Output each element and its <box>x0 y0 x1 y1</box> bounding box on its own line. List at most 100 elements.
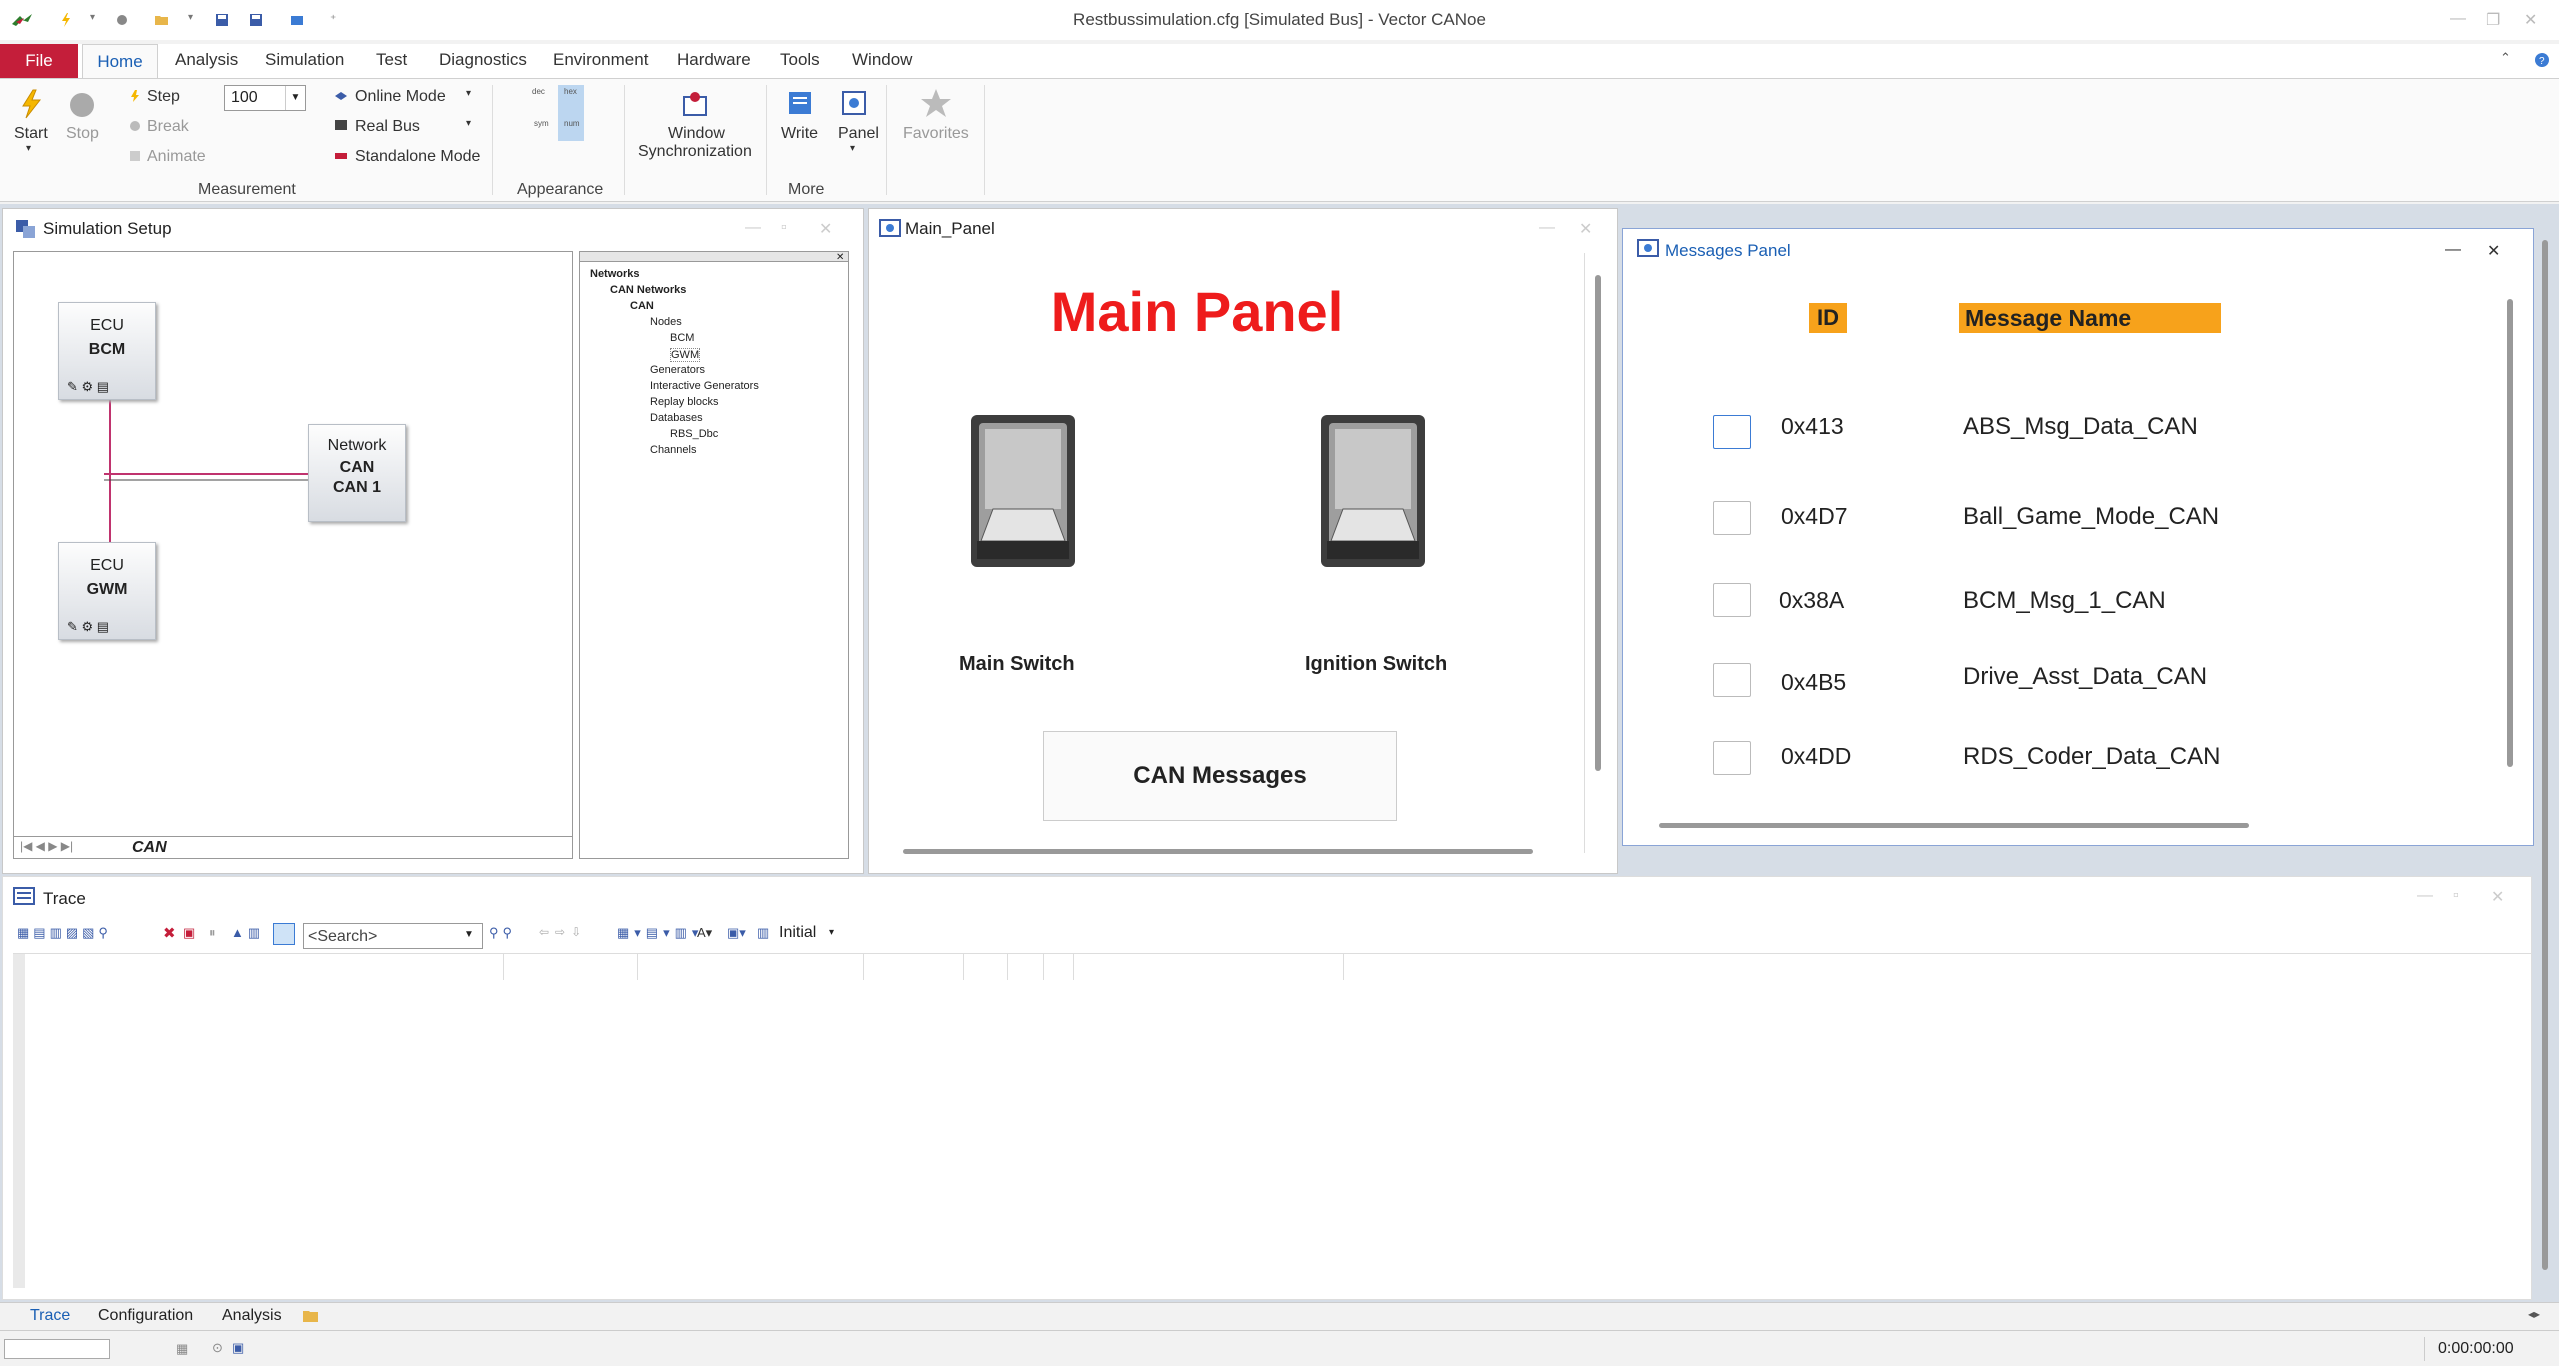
sheet-nav-arrows[interactable]: |◀ ◀ ▶ ▶| <box>20 839 73 853</box>
layout-icons[interactable]: ▦▾▤▾▥▾ <box>617 925 703 941</box>
tab-tools[interactable]: Tools <box>780 50 820 70</box>
minimize-icon[interactable]: — <box>745 219 761 237</box>
close-icon[interactable]: ✕ <box>836 252 844 263</box>
write-icon[interactable] <box>786 89 814 117</box>
help-icon[interactable]: ? <box>2534 52 2550 68</box>
tab-file[interactable]: File <box>0 44 78 78</box>
tree-generators[interactable]: Generators <box>650 364 705 376</box>
tab-diagnostics[interactable]: Diagnostics <box>439 50 527 70</box>
network-diagram-canvas[interactable]: ECU BCM ✎ ⚙ ▤ ECU GWM ✎ ⚙ ▤ Network CAN … <box>13 251 573 859</box>
tab-window[interactable]: Window <box>852 50 912 70</box>
minimize-icon[interactable]: — <box>1539 219 1555 237</box>
step-button[interactable]: Step <box>147 88 180 106</box>
panel-icon[interactable] <box>840 89 868 117</box>
message-checkbox[interactable] <box>1713 501 1751 535</box>
tree-databases[interactable]: Databases <box>650 412 703 424</box>
chevron-down-icon[interactable]: ▼ <box>285 86 305 110</box>
standalone-mode-button[interactable]: Standalone Mode <box>355 148 480 166</box>
start-lightning-icon[interactable] <box>18 89 44 119</box>
tree-nodes[interactable]: Nodes <box>650 316 682 328</box>
trace-search-input[interactable]: <Search> ▼ <box>303 923 483 949</box>
write-button[interactable]: Write <box>781 125 818 143</box>
stop-circle-icon[interactable] <box>68 91 96 119</box>
collapse-ribbon-icon[interactable]: ⌃ <box>2500 50 2511 66</box>
tab-scroll-arrows[interactable]: ◂▸ <box>2528 1307 2540 1321</box>
tab-simulation[interactable]: Simulation <box>265 50 344 70</box>
color-icon[interactable]: ▣▾ <box>727 925 746 941</box>
stop-button[interactable]: Stop <box>66 125 99 143</box>
maximize-icon[interactable]: ❐ <box>2486 10 2500 30</box>
workspace-scrollbar[interactable] <box>2542 240 2548 1270</box>
hex-button[interactable]: hex <box>564 87 577 96</box>
window-sync-label-2[interactable]: Synchronization <box>638 143 752 161</box>
vertical-scrollbar[interactable] <box>2507 299 2513 767</box>
favorites-star-icon[interactable] <box>920 87 952 119</box>
ignition-switch-toggle[interactable] <box>1317 411 1429 571</box>
maximize-icon[interactable]: ▫ <box>781 219 787 237</box>
break-button[interactable]: Break <box>147 118 189 136</box>
tree-can[interactable]: CAN <box>630 300 654 312</box>
vertical-scrollbar[interactable] <box>1595 275 1601 771</box>
start-button[interactable]: Start <box>14 125 48 143</box>
minimize-icon[interactable]: — <box>2445 241 2461 259</box>
navigation-arrows[interactable]: ⇦⇨⇩ <box>539 925 587 939</box>
window-sync-icon[interactable] <box>678 89 712 119</box>
minimize-icon[interactable]: — <box>2450 10 2466 28</box>
window-sync-label-1[interactable]: Window <box>668 125 725 143</box>
favorites-button[interactable]: Favorites <box>903 125 969 143</box>
online-mode-dropdown-icon[interactable]: ▾ <box>466 88 471 99</box>
close-icon[interactable]: ✕ <box>819 219 832 239</box>
tab-home[interactable]: Home <box>82 44 158 79</box>
tree-replay-blocks[interactable]: Replay blocks <box>650 396 718 408</box>
tab-test[interactable]: Test <box>376 50 407 70</box>
filter-initial-dropdown[interactable]: Initial <box>779 924 816 942</box>
node-tool-icons[interactable]: ✎ ⚙ ▤ <box>67 379 109 395</box>
network-can-node[interactable]: Network CAN CAN 1 <box>308 424 406 522</box>
animate-button[interactable]: Animate <box>147 148 206 166</box>
horizontal-scrollbar[interactable] <box>903 849 1533 854</box>
trace-toolbar-icons[interactable]: ▦▤▥▨▧⚲ <box>17 925 112 941</box>
tree-bcm[interactable]: BCM <box>670 332 694 344</box>
ecu-bcm-node[interactable]: ECU BCM ✎ ⚙ ▤ <box>58 302 156 400</box>
tab-trace[interactable]: Trace <box>30 1307 70 1325</box>
tab-configuration[interactable]: Configuration <box>98 1307 193 1325</box>
status-comm-icon[interactable]: ▣ <box>232 1340 244 1356</box>
sheet-tab-can[interactable]: CAN <box>132 839 167 857</box>
panel-button[interactable]: Panel <box>838 125 879 143</box>
num-button[interactable]: num <box>564 119 580 128</box>
online-mode-button[interactable]: Online Mode <box>355 88 446 106</box>
start-dropdown-icon[interactable]: ▾ <box>26 143 31 154</box>
close-icon[interactable]: ✕ <box>2524 10 2537 30</box>
tab-analysis[interactable]: Analysis <box>175 50 238 70</box>
dec-button[interactable]: dec <box>532 87 545 96</box>
close-icon[interactable]: ✕ <box>1579 219 1592 239</box>
speed-combo[interactable]: 100 ▼ <box>224 85 306 111</box>
close-icon[interactable]: ✕ <box>2487 241 2500 261</box>
column-config-icon[interactable]: ▥ <box>757 925 769 941</box>
tree-networks[interactable]: Networks <box>590 268 640 280</box>
network-tree[interactable]: ✕ Networks CAN Networks CAN Nodes BCM GW… <box>579 251 849 859</box>
font-icon[interactable]: A▾ <box>697 925 712 941</box>
message-checkbox[interactable] <box>1713 741 1751 775</box>
trace-view-icons[interactable]: ▲▥ <box>231 925 264 941</box>
pause-icon[interactable]: ⏸ <box>209 925 216 941</box>
maximize-icon[interactable]: ▫ <box>2453 887 2459 905</box>
tree-channels[interactable]: Channels <box>650 444 696 456</box>
tab-hardware[interactable]: Hardware <box>677 50 751 70</box>
ecu-gwm-node[interactable]: ECU GWM ✎ ⚙ ▤ <box>58 542 156 640</box>
message-checkbox[interactable] <box>1713 663 1751 697</box>
real-bus-dropdown-icon[interactable]: ▾ <box>466 118 471 129</box>
chevron-down-icon[interactable]: ▾ <box>829 927 834 938</box>
tab-analysis-bottom[interactable]: Analysis <box>222 1307 282 1325</box>
trace-grid[interactable] <box>13 953 2531 1288</box>
tree-rbs-dbc[interactable]: RBS_Dbc <box>670 428 718 440</box>
detail-view-toggle[interactable] <box>273 923 295 945</box>
message-checkbox[interactable] <box>1713 583 1751 617</box>
message-checkbox[interactable] <box>1713 415 1751 449</box>
real-bus-button[interactable]: Real Bus <box>355 118 420 136</box>
search-nav-icons[interactable]: ⚲⚲ <box>489 925 516 941</box>
tab-environment[interactable]: Environment <box>553 50 648 70</box>
chevron-down-icon[interactable]: ▼ <box>464 929 474 940</box>
tree-interactive-generators[interactable]: Interactive Generators <box>650 380 759 392</box>
main-switch-toggle[interactable] <box>967 411 1079 571</box>
